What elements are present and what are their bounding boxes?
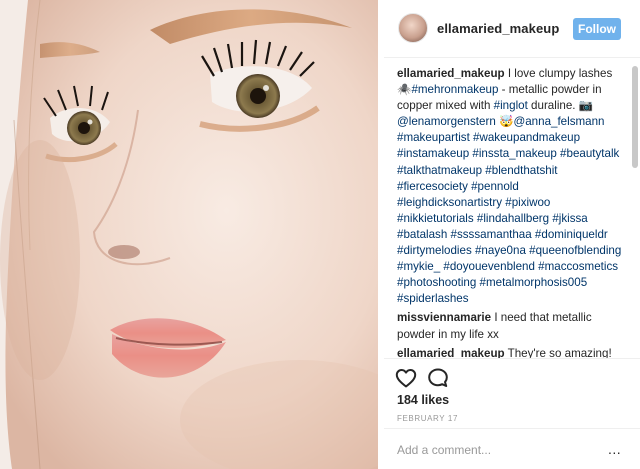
comments-list[interactable]: ellamaried_makeup I love clumpy lashes 🕷…	[384, 66, 632, 358]
hashtag-link[interactable]: @lenamorgenstern	[397, 115, 496, 128]
comment-item: ellamaried_makeup They're so amazing! I'…	[397, 346, 624, 358]
post-header: ellamaried_makeup Follow	[384, 0, 640, 58]
likes-count[interactable]: 184 likes	[397, 393, 449, 407]
comment-item: missviennamarie I need that metallic pow…	[397, 310, 624, 342]
heart-icon	[395, 369, 417, 388]
post-side-panel: ellamaried_makeup Follow ellamaried_make…	[384, 0, 640, 469]
more-options-icon[interactable]: ...	[608, 441, 621, 457]
comment-text: 🤯	[495, 115, 514, 129]
add-comment-bar[interactable]: Add a comment... ...	[384, 428, 640, 469]
comment-item: ellamaried_makeup I love clumpy lashes 🕷…	[397, 66, 624, 307]
hashtag-link[interactable]: #mehronmakeup	[411, 83, 498, 96]
post-date: FEBRUARY 17	[397, 414, 458, 423]
speech-bubble-icon	[428, 368, 448, 387]
comments-scrollbar[interactable]	[632, 64, 638, 356]
follow-button[interactable]: Follow	[573, 18, 621, 40]
comment-username[interactable]: ellamaried_makeup	[397, 347, 505, 358]
header-username[interactable]: ellamaried_makeup	[437, 21, 559, 36]
post-photo[interactable]	[0, 0, 378, 469]
scrollbar-thumb[interactable]	[632, 66, 638, 168]
comment-username[interactable]: ellamaried_makeup	[397, 67, 505, 80]
comment-username[interactable]: missviennamarie	[397, 311, 491, 324]
hashtag-link[interactable]: @anna_felsmann	[513, 115, 604, 128]
comment-text: duraline. 📷	[527, 99, 594, 113]
hashtag-link[interactable]: #inglot	[494, 99, 528, 112]
like-button[interactable]	[394, 366, 418, 390]
face-photo	[0, 0, 378, 469]
comment-button[interactable]	[426, 366, 450, 390]
hashtag-link[interactable]: #makeupartist #wakeupandmakeup #instamak…	[397, 131, 621, 305]
add-comment-input[interactable]: Add a comment...	[397, 443, 491, 457]
avatar[interactable]	[398, 13, 428, 43]
